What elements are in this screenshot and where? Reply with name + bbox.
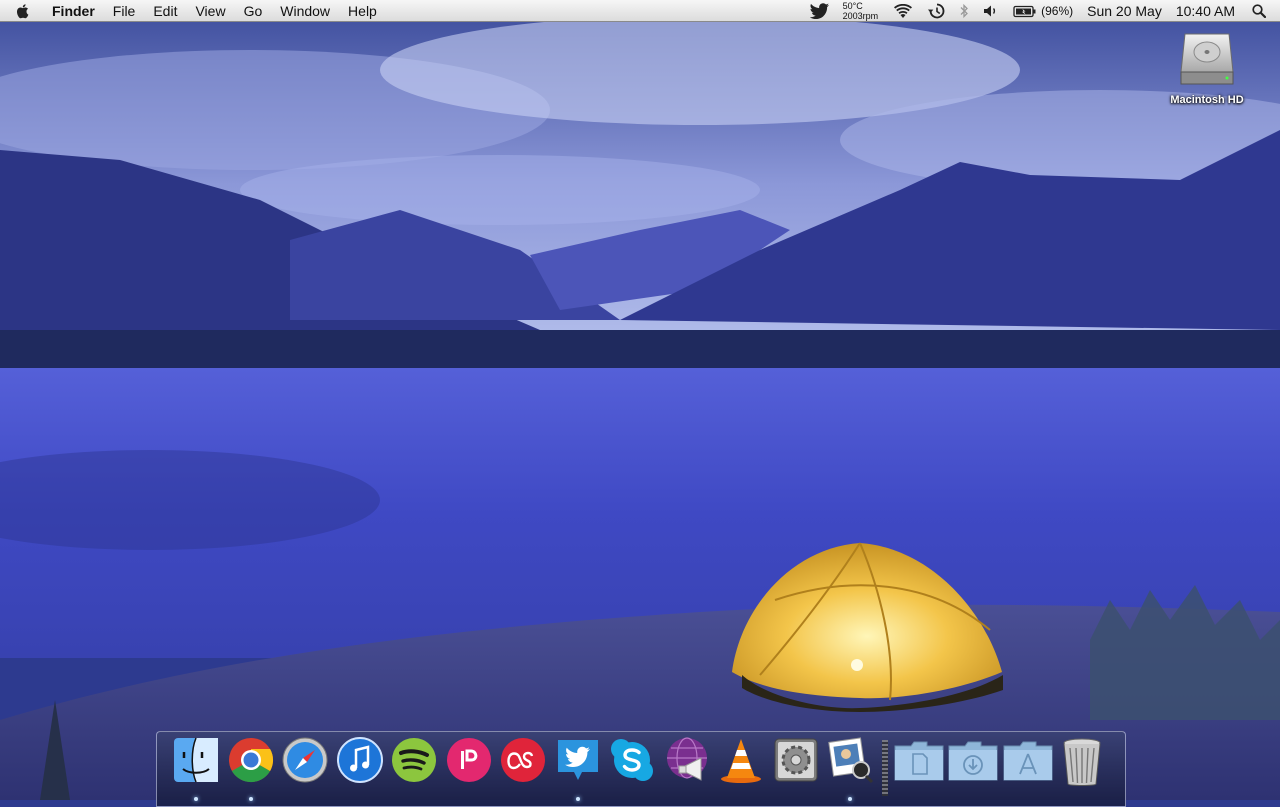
dock-separator [878, 736, 892, 796]
battery-icon [1013, 5, 1036, 17]
trash-icon [1063, 738, 1101, 786]
documents-folder-icon [894, 741, 944, 781]
dock-item-adium[interactable] [660, 736, 715, 800]
time-machine-icon[interactable] [920, 0, 952, 22]
lastfm-icon [501, 738, 546, 782]
apple-menu-icon[interactable] [0, 0, 44, 22]
desktop-wallpaper [0, 0, 1280, 800]
safari-icon [282, 737, 328, 783]
dock [156, 731, 1126, 807]
twitter-icon[interactable] [803, 0, 837, 22]
dock-item-twitter[interactable] [551, 736, 606, 801]
menu-bar: Finder File Edit View Go Window Help 50°… [0, 0, 1280, 22]
spotify-icon [392, 738, 437, 782]
battery-status[interactable]: (96%) [1006, 0, 1080, 22]
dock-item-spotify[interactable] [387, 736, 442, 800]
dock-stack-documents[interactable] [892, 736, 947, 800]
clock[interactable]: 10:40 AM [1169, 0, 1242, 22]
dock-item-skype[interactable] [605, 736, 660, 800]
dock-item-podcast-app[interactable] [442, 736, 497, 800]
dock-item-lastfm[interactable] [496, 736, 551, 800]
dock-stack-downloads[interactable] [946, 736, 1001, 800]
battery-percent: (96%) [1041, 4, 1074, 18]
dock-item-itunes[interactable] [333, 736, 388, 800]
hard-drive-icon [1180, 33, 1234, 85]
wifi-icon[interactable] [886, 0, 920, 22]
menu-file[interactable]: File [104, 0, 145, 22]
dock-item-finder[interactable] [169, 736, 224, 801]
running-indicator [248, 797, 253, 801]
finder-icon [174, 737, 219, 783]
skype-icon [611, 739, 654, 781]
temperature-fan-monitor[interactable]: 50°C 2003rpm [837, 0, 887, 22]
downloads-folder-icon [948, 741, 998, 781]
menu-go[interactable]: Go [235, 0, 272, 22]
menu-help[interactable]: Help [339, 0, 386, 22]
running-indicator [575, 797, 580, 801]
volume-icon[interactable] [976, 0, 1006, 22]
date-display[interactable]: Sun 20 May [1080, 0, 1169, 22]
spotlight-icon[interactable] [1242, 0, 1280, 22]
applications-folder-icon [1003, 741, 1053, 781]
chrome-icon [228, 738, 273, 783]
twitter-icon [557, 740, 598, 780]
system-preferences-icon [774, 738, 818, 782]
bluetooth-icon[interactable] [952, 0, 976, 22]
dock-item-vlc[interactable] [714, 736, 769, 800]
desktop-icon-macintosh-hd[interactable]: Macintosh HD [1164, 28, 1250, 106]
running-indicator [848, 797, 853, 801]
dock-item-safari[interactable] [278, 736, 333, 800]
menu-edit[interactable]: Edit [144, 0, 186, 22]
dock-item-chrome[interactable] [224, 736, 279, 801]
menu-app-finder[interactable]: Finder [44, 0, 104, 22]
menu-view[interactable]: View [186, 0, 234, 22]
fan-speed-readout: 2003rpm [842, 11, 879, 21]
preview-icon [828, 737, 874, 784]
dock-trash[interactable] [1055, 736, 1110, 800]
vlc-icon [721, 739, 762, 783]
megaphone-globe-icon [666, 737, 707, 781]
itunes-icon [336, 737, 383, 783]
podcast-icon [446, 738, 491, 782]
dock-item-system-preferences[interactable] [769, 736, 824, 800]
dock-stack-applications[interactable] [1001, 736, 1056, 800]
menu-window[interactable]: Window [271, 0, 339, 22]
dock-item-preview[interactable] [823, 736, 878, 801]
desktop-icon-label: Macintosh HD [1170, 94, 1244, 106]
running-indicator [194, 797, 199, 801]
temperature-readout: 50°C [842, 1, 863, 11]
